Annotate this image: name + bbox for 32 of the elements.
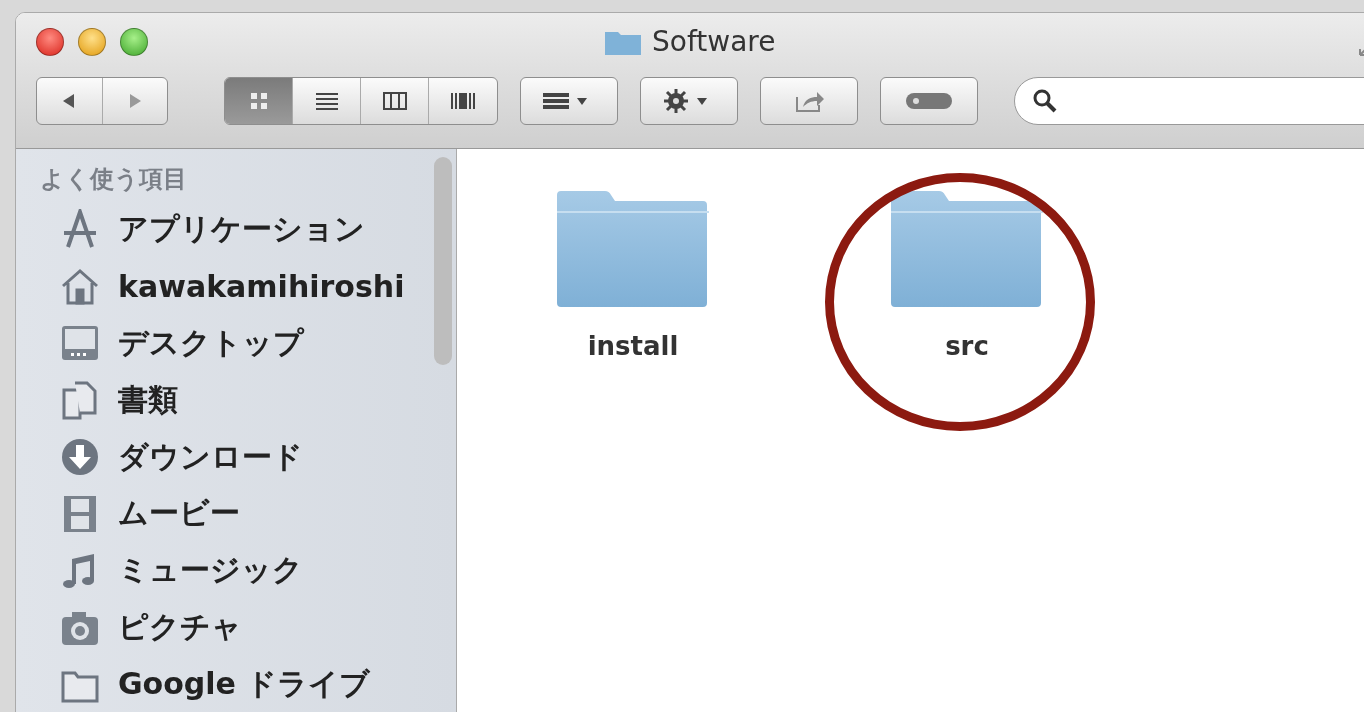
folder-item[interactable]: install <box>553 189 713 361</box>
view-mode-control[interactable] <box>224 77 498 125</box>
sidebar-item[interactable]: ダウンロード <box>40 428 434 486</box>
search-icon <box>1031 87 1059 115</box>
folder-name: install <box>587 331 679 361</box>
house-icon <box>60 266 100 307</box>
arrange-button[interactable] <box>520 77 618 125</box>
sidebar-item[interactable]: ミュージック <box>40 542 434 600</box>
folder-name: src <box>945 331 989 361</box>
sidebar-item[interactable]: 書類 <box>40 371 434 429</box>
window-title: Software <box>652 25 776 58</box>
tag-button[interactable] <box>880 77 978 125</box>
sidebar-item[interactable]: ピクチャ <box>40 599 434 657</box>
folder-item[interactable]: src <box>887 189 1047 361</box>
close-button[interactable] <box>36 28 64 56</box>
zoom-button[interactable] <box>120 28 148 56</box>
sidebar-item[interactable]: アプリケーション <box>40 201 434 258</box>
action-button[interactable] <box>640 77 738 125</box>
sidebar-item[interactable]: デスクトップ <box>40 314 434 372</box>
search-field[interactable] <box>1014 77 1364 125</box>
toggle-icon <box>904 90 954 112</box>
back-forward-control[interactable] <box>36 77 168 125</box>
scrollbar-thumb[interactable] <box>434 157 452 365</box>
sidebar-heading: よく使う項目 <box>40 164 188 195</box>
minimize-button[interactable] <box>78 28 106 56</box>
share-button[interactable] <box>760 77 858 125</box>
icon-view-button[interactable] <box>225 78 293 124</box>
documents-icon <box>60 380 100 421</box>
sidebar-item[interactable]: kawakamihiroshi <box>40 257 434 315</box>
download-icon <box>60 437 100 477</box>
sidebar-item[interactable]: ムービー <box>40 485 434 543</box>
sidebar-item[interactable]: Google ドライブ <box>40 656 434 712</box>
